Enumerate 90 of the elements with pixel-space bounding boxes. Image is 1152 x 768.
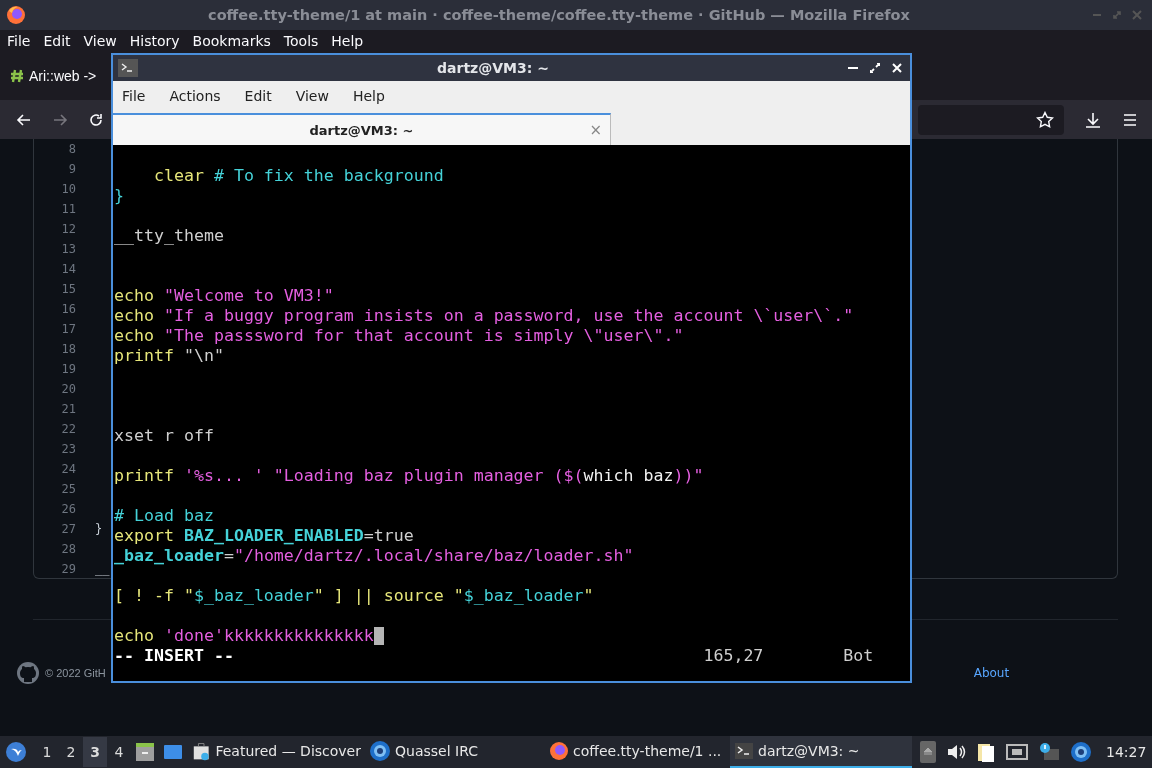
code-line: __ (95, 562, 110, 576)
github-logo-icon[interactable] (16, 661, 40, 685)
eject-icon[interactable] (920, 741, 936, 763)
code-line: echo 'done'kkkkkkkkkkkkkkk (114, 626, 910, 646)
code-line: clear # To fix the background (152, 166, 445, 186)
code-line: echo "The passsword for that account is simply \"user\"." (114, 326, 685, 346)
workspace-button[interactable]: 1 (35, 737, 59, 767)
network-icon[interactable] (1006, 742, 1028, 762)
line-number: 26 (60, 502, 76, 516)
scroll-position: Bot (843, 646, 874, 666)
terminal-icon[interactable] (118, 59, 138, 77)
globe-icon (369, 740, 391, 762)
menu-item[interactable]: Edit (244, 88, 272, 104)
line-number: 17 (60, 322, 76, 336)
line-number: 23 (60, 442, 76, 456)
download-icon[interactable] (1084, 110, 1102, 129)
code-line: _baz_loader="/home/dartz/.local/share/baz/loader.sh" (114, 546, 635, 566)
line-number: 20 (60, 382, 76, 396)
line-number: 29 (60, 562, 76, 576)
line-number: 8 (67, 142, 76, 156)
code-line: printf '%s... ' "Loading baz plugin manager ($(which baz))" (114, 466, 705, 486)
taskbar-item[interactable]: Quassel IRC (365, 736, 545, 768)
shopping-bag-icon (191, 740, 212, 762)
window-title: coffee.tty-theme/1 at main · coffee-theme/coffee.tty-theme · GitHub — Mozilla Firefox (207, 7, 911, 23)
workspace-button[interactable]: 3 (83, 737, 107, 767)
taskbar-item[interactable]: Featured — Discover (187, 736, 365, 768)
volume-icon[interactable] (946, 742, 966, 762)
line-number: 24 (60, 462, 76, 476)
terminal-tab[interactable]: dartz@VM3: ~ × (113, 113, 611, 145)
globe-icon[interactable] (1070, 741, 1092, 763)
code-line: } (95, 522, 103, 536)
notes-icon[interactable] (976, 741, 996, 763)
mode-indicator: -- INSERT -- (114, 646, 234, 666)
menu-item[interactable]: File (122, 88, 146, 104)
line-number: 22 (60, 422, 76, 436)
menu-item[interactable]: Help (352, 88, 385, 104)
workspace-button[interactable]: 4 (107, 737, 131, 767)
line-number: 9 (67, 162, 76, 176)
code-line: __tty_theme (114, 226, 225, 246)
line-number: 21 (60, 402, 76, 416)
start-menu-icon[interactable] (5, 741, 27, 763)
code-line: xset r off (114, 426, 215, 446)
firefox-icon (549, 741, 569, 761)
menu-item[interactable]: File (6, 33, 37, 49)
line-number: 28 (60, 542, 76, 556)
browser-tab[interactable]: Ari::web -> (0, 68, 101, 84)
window-title: dartz@VM3: ~ (436, 60, 550, 76)
line-number: 12 (60, 222, 76, 236)
taskbar-item[interactable]: coffee.tty-theme/1 ... (545, 736, 730, 768)
line-number: 10 (60, 182, 76, 196)
menu-icon[interactable] (1122, 111, 1138, 128)
code-line: # Load baz (114, 506, 215, 526)
line-number: 13 (60, 242, 76, 256)
menu-item[interactable]: Actions (169, 88, 221, 104)
line-number: 15 (60, 282, 76, 296)
code-line: } (114, 186, 125, 206)
menu-item[interactable]: Bookmarks (191, 33, 277, 49)
back-icon[interactable] (16, 111, 32, 128)
terminal-icon (734, 741, 754, 761)
file-manager-icon[interactable] (134, 741, 156, 763)
menu-item[interactable]: Edit (42, 33, 77, 49)
line-number: 14 (60, 262, 76, 276)
line-number: 16 (60, 302, 76, 316)
workspace-button[interactable]: 2 (59, 737, 83, 767)
notification-icon[interactable] (1038, 742, 1060, 762)
code-line: [ ! -f "$_baz_loader" ] || source "$_baz_loader" (114, 586, 595, 606)
star-icon[interactable] (1036, 110, 1054, 129)
code-line: export BAZ_LOADER_ENABLED=true (114, 526, 415, 546)
copyright-text: © 2022 GitH (45, 667, 106, 679)
code-line: echo "Welcome to VM3!" (114, 286, 335, 306)
firefox-logo-icon (6, 5, 26, 25)
menu-item[interactable]: View (82, 33, 123, 49)
line-number: 18 (60, 342, 76, 356)
menu-item[interactable]: Help (330, 33, 370, 49)
clock[interactable]: 14:27 (1106, 744, 1147, 760)
cursor-position: 165,27 (703, 646, 764, 666)
code-line: echo "If a buggy program insists on a password, use the account \`user\`." (114, 306, 855, 326)
line-number: 19 (60, 362, 76, 376)
taskbar-item[interactable]: dartz@VM3: ~ (730, 736, 912, 768)
forward-icon[interactable] (52, 111, 68, 128)
menu-item[interactable]: History (128, 33, 186, 49)
line-number: 11 (60, 202, 76, 216)
reload-icon[interactable] (88, 111, 104, 128)
menu-item[interactable]: Tools (282, 33, 325, 49)
line-number: 27 (60, 522, 76, 536)
menu-item[interactable]: View (295, 88, 329, 104)
hash-icon (10, 69, 24, 83)
code-line: printf "\n" (114, 346, 225, 366)
line-number: 25 (60, 482, 76, 496)
about-link[interactable]: About (973, 666, 1010, 680)
